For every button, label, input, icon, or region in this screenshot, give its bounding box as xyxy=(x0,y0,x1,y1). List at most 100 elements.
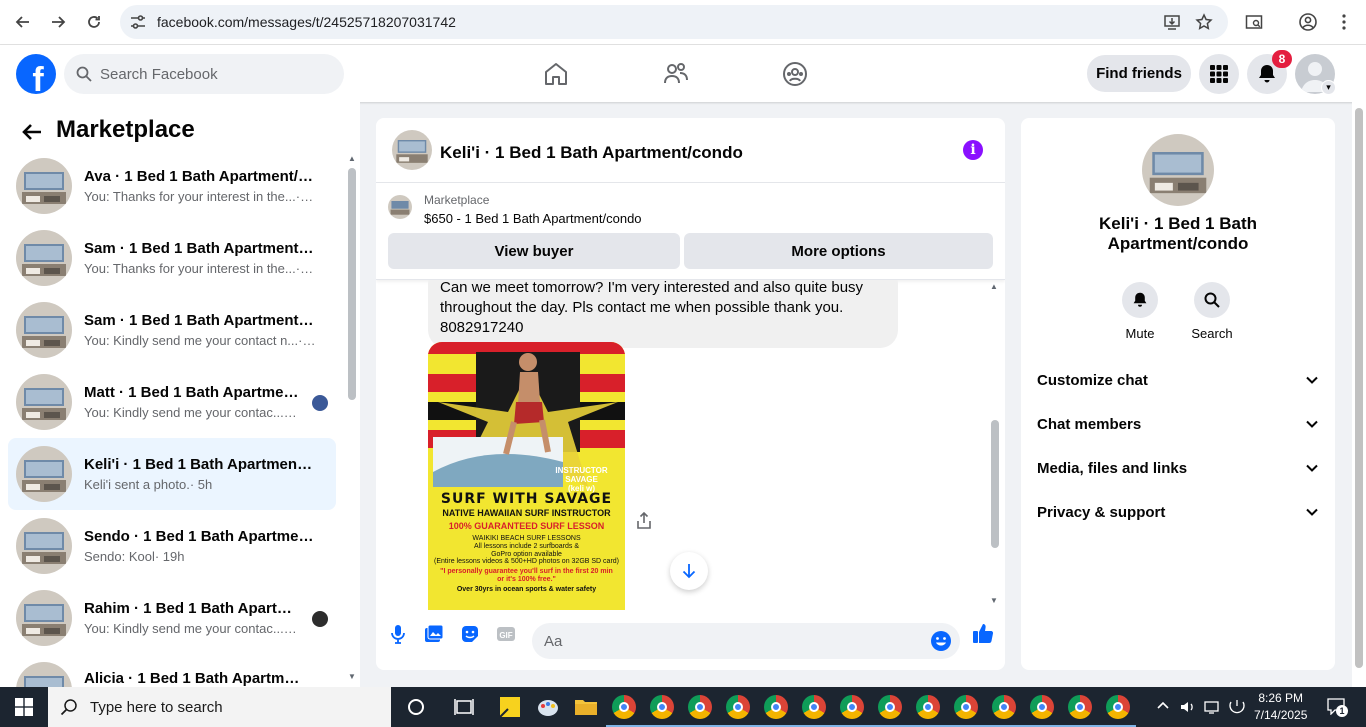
view-buyer-button[interactable]: View buyer xyxy=(388,233,680,269)
conversation-item[interactable]: Matt · 1 Bed 1 Bath Apartment/condo You:… xyxy=(8,366,336,438)
taskbar-clock[interactable]: 8:26 PM 7/14/2025 xyxy=(1254,690,1307,724)
chevron-down-icon xyxy=(1306,420,1318,428)
emoji-icon[interactable] xyxy=(930,630,952,652)
taskbar-search-input[interactable]: Type here to search xyxy=(48,687,391,727)
listing-thumbnail xyxy=(16,302,72,358)
search-in-chat-button[interactable]: Search xyxy=(1180,282,1244,341)
chat-avatar[interactable] xyxy=(392,130,432,170)
facebook-logo[interactable]: f xyxy=(16,54,56,94)
conversation-item[interactable]: Rahim · 1 Bed 1 Bath Apartment/condo You… xyxy=(8,582,336,654)
chrome-icon[interactable] xyxy=(876,693,904,721)
groups-icon[interactable] xyxy=(782,61,808,87)
friends-icon[interactable] xyxy=(663,61,689,87)
more-options-button[interactable]: More options xyxy=(684,233,993,269)
address-bar[interactable]: facebook.com/messages/t/2452571820703174… xyxy=(120,5,1228,39)
network-icon[interactable] xyxy=(1204,699,1220,715)
chevron-down-icon[interactable]: ▾ xyxy=(1321,80,1336,95)
message-photo[interactable]: INSTRUCTOR SAVAGE (keli w) SURF WITH SAV… xyxy=(428,342,625,610)
reload-icon[interactable] xyxy=(82,10,106,34)
volume-icon[interactable] xyxy=(1180,699,1196,715)
page-scrollbar[interactable] xyxy=(1352,102,1366,687)
conversation-name: Keli'i · 1 Bed 1 Bath Apartment/condo xyxy=(84,456,316,473)
mute-button[interactable]: Mute xyxy=(1108,282,1172,341)
sticky-notes-icon[interactable] xyxy=(496,693,524,721)
cortana-icon[interactable] xyxy=(402,693,430,721)
customize-chat-section[interactable]: Customize chat xyxy=(1037,366,1319,394)
chat-profile-photo[interactable] xyxy=(1142,134,1214,206)
back-arrow-icon[interactable] xyxy=(20,120,44,144)
conversation-list-scrollbar[interactable] xyxy=(348,168,356,400)
chrome-icon[interactable] xyxy=(800,693,828,721)
action-center-icon[interactable]: 1 xyxy=(1326,697,1348,717)
scroll-up-arrow[interactable]: ▲ xyxy=(348,154,356,163)
chrome-icon[interactable] xyxy=(1028,693,1056,721)
chrome-icon[interactable] xyxy=(914,693,942,721)
scroll-to-bottom-button[interactable] xyxy=(670,552,708,590)
back-icon[interactable] xyxy=(10,10,34,34)
chat-title[interactable]: Keli'i · 1 Bed 1 Bath Apartment/condo xyxy=(440,143,743,163)
task-view-icon[interactable] xyxy=(450,693,478,721)
conversation-item[interactable]: Sendo · 1 Bed 1 Bath Apartment/condo Sen… xyxy=(8,510,336,582)
url-text[interactable]: facebook.com/messages/t/2452571820703174… xyxy=(157,14,456,30)
microphone-icon[interactable] xyxy=(388,624,408,644)
clock-date: 7/14/2025 xyxy=(1254,708,1308,722)
scroll-down-arrow[interactable]: ▼ xyxy=(348,672,356,681)
privacy-support-section[interactable]: Privacy & support xyxy=(1037,498,1319,526)
tab-search-icon[interactable] xyxy=(1242,10,1266,34)
chrome-icon[interactable] xyxy=(610,693,638,721)
chrome-icon[interactable] xyxy=(952,693,980,721)
profile-icon[interactable] xyxy=(1296,10,1320,34)
section-label: Privacy & support xyxy=(1037,503,1166,521)
conversation-item-active[interactable]: Keli'i · 1 Bed 1 Bath Apartment/condo Ke… xyxy=(8,438,336,510)
bookmark-star-icon[interactable] xyxy=(1192,10,1216,34)
chrome-icon[interactable] xyxy=(1104,693,1132,721)
home-icon[interactable] xyxy=(543,61,569,87)
message-input[interactable]: Aa xyxy=(532,623,960,659)
battery-icon[interactable] xyxy=(1228,699,1246,715)
chrome-icon[interactable] xyxy=(1066,693,1094,721)
photo-subhead: NATIVE HAWAIIAN SURF INSTRUCTOR xyxy=(442,508,611,519)
menu-grid-icon[interactable] xyxy=(1199,54,1239,94)
site-settings-icon[interactable] xyxy=(129,13,147,31)
info-icon[interactable]: i xyxy=(963,140,983,160)
conversation-name: Ava · 1 Bed 1 Bath Apartment/condo xyxy=(84,168,316,185)
forward-icon[interactable] xyxy=(47,10,71,34)
search-facebook-input[interactable]: Search Facebook xyxy=(64,54,344,94)
conversation-item[interactable]: Alicia · 1 Bed 1 Bath Apartment/condo xyxy=(8,654,336,687)
share-icon[interactable] xyxy=(636,512,652,530)
page-scrollbar-thumb[interactable] xyxy=(1355,108,1363,668)
paint-icon[interactable] xyxy=(534,693,562,721)
conversation-item[interactable]: Sam · 1 Bed 1 Bath Apartment/condo You: … xyxy=(8,222,336,294)
chrome-icon[interactable] xyxy=(648,693,676,721)
windows-start-icon[interactable] xyxy=(0,687,48,727)
chat-scroll-down-arrow[interactable]: ▼ xyxy=(990,596,998,605)
find-friends-button[interactable]: Find friends xyxy=(1087,55,1191,92)
chrome-icon[interactable] xyxy=(838,693,866,721)
like-thumb-icon[interactable] xyxy=(972,622,994,644)
chrome-icon[interactable] xyxy=(762,693,790,721)
chat-scrollbar[interactable] xyxy=(991,420,999,548)
conversation-item[interactable]: Sam · 1 Bed 1 Bath Apartment/condo You: … xyxy=(8,294,336,366)
menu-kebab-icon[interactable] xyxy=(1332,10,1356,34)
listing-price-title[interactable]: $650 - 1 Bed 1 Bath Apartment/condo xyxy=(424,211,642,226)
photo-line1: WAIKIKI BEACH SURF LESSONS xyxy=(472,535,581,543)
bell-icon xyxy=(1133,292,1147,307)
conversation-item[interactable]: Ava · 1 Bed 1 Bath Apartment/condo You: … xyxy=(8,150,336,222)
section-label: Chat members xyxy=(1037,415,1142,433)
chat-members-section[interactable]: Chat members xyxy=(1037,410,1319,438)
photo-attach-icon[interactable] xyxy=(424,624,444,644)
sticker-icon[interactable] xyxy=(460,624,480,644)
file-explorer-icon[interactable] xyxy=(572,693,600,721)
media-files-links-section[interactable]: Media, files and links xyxy=(1037,454,1319,482)
conversation-preview: Keli'i sent a photo. xyxy=(84,477,190,492)
conversation-preview: You: Kindly send me your contact n... xyxy=(84,333,299,348)
chrome-icon[interactable] xyxy=(990,693,1018,721)
chrome-icon[interactable] xyxy=(724,693,752,721)
message-bubble[interactable]: Can we meet tomorrow? I'm very intereste… xyxy=(428,280,898,348)
gif-icon[interactable]: GIF xyxy=(496,624,516,644)
chrome-icon[interactable] xyxy=(686,693,714,721)
chat-scroll-up-arrow[interactable]: ▲ xyxy=(990,282,998,291)
tray-overflow-icon[interactable] xyxy=(1156,699,1170,713)
install-app-icon[interactable] xyxy=(1160,10,1184,34)
action-center-badge: 1 xyxy=(1336,705,1348,717)
